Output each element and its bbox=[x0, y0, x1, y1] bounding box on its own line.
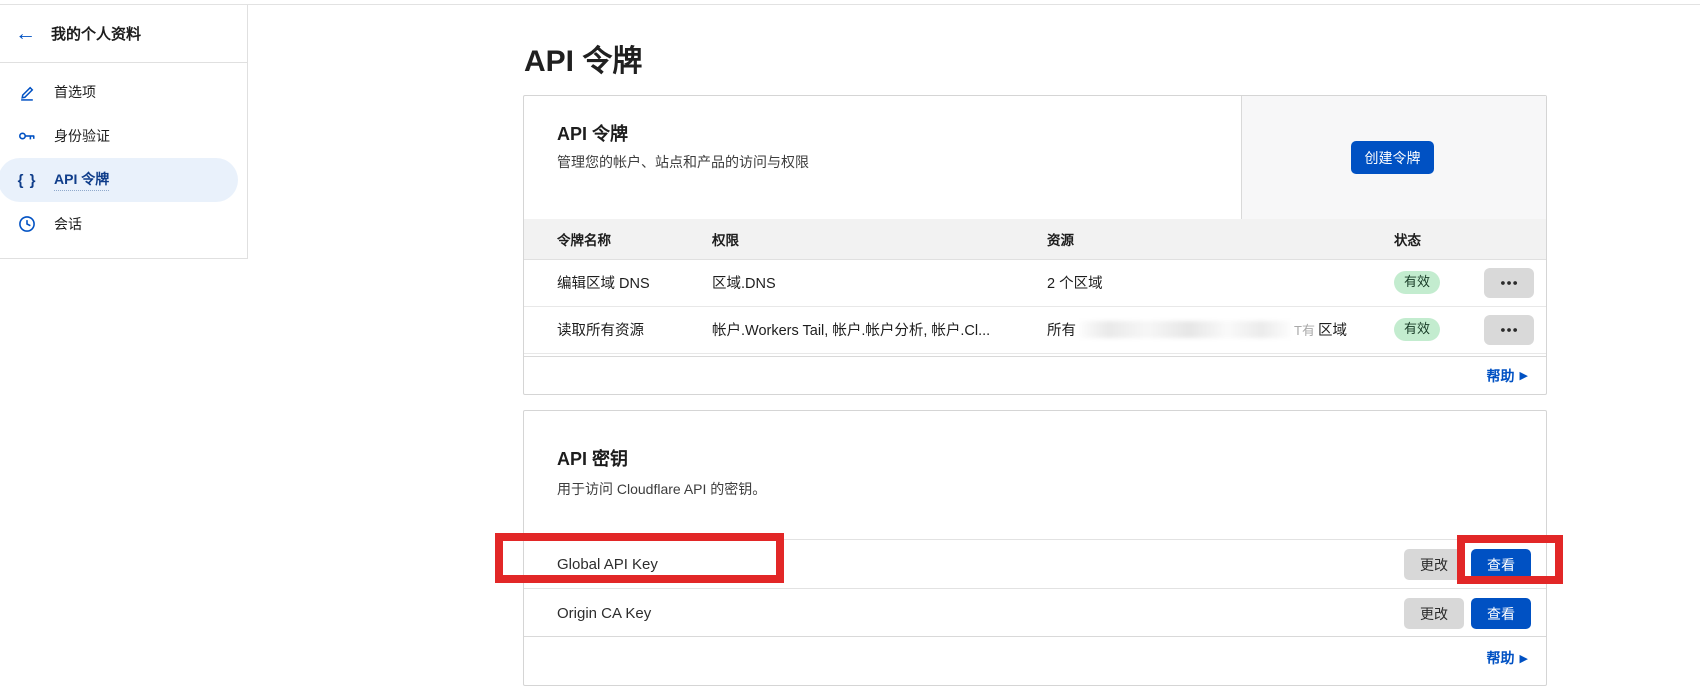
profile-sidebar: ← 我的个人资料 首选项 身份验证 { } API 令牌 会话 bbox=[0, 5, 248, 259]
token-name: 编辑区域 DNS bbox=[557, 259, 712, 306]
api-keys-card: API 密钥 用于访问 Cloudflare API 的密钥。 Global A… bbox=[523, 410, 1547, 686]
sidebar-item-label: API 令牌 bbox=[54, 169, 109, 191]
tokens-card-footer: 帮助▶ bbox=[524, 356, 1546, 394]
sidebar-item-label: 会话 bbox=[54, 214, 82, 234]
back-arrow-icon[interactable]: ← bbox=[15, 23, 36, 44]
sidebar-item-label: 身份验证 bbox=[54, 126, 110, 146]
status-badge: 有效 bbox=[1394, 271, 1440, 294]
table-row: 编辑区域 DNS 区域.DNS 2 个区域 有效 ●●● bbox=[524, 259, 1546, 307]
sidebar-title: 我的个人资料 bbox=[51, 23, 141, 44]
pencil-icon bbox=[17, 82, 37, 102]
status-badge-cell: 有效 bbox=[1394, 306, 1484, 353]
sidebar-item-authentication[interactable]: 身份验证 bbox=[0, 114, 247, 158]
sidebar-item-preferences[interactable]: 首选项 bbox=[0, 70, 247, 114]
keys-footer-divider bbox=[524, 636, 1546, 637]
key-icon bbox=[17, 126, 37, 146]
table-row: 读取所有资源 帐户.Workers Tail, 帐户.帐户分析, 帐户.Cl..… bbox=[524, 306, 1546, 354]
redacted-blur bbox=[1079, 321, 1291, 338]
column-header-token-name: 令牌名称 bbox=[557, 219, 712, 259]
key-name: Global API Key bbox=[557, 540, 658, 589]
key-row-global-api-key: Global API Key 更改 查看 bbox=[524, 539, 1546, 589]
view-key-button[interactable]: 查看 bbox=[1471, 549, 1531, 580]
key-name: Origin CA Key bbox=[557, 589, 651, 637]
status-badge-cell: 有效 bbox=[1394, 259, 1484, 306]
token-resources: 2 个区域 bbox=[1047, 259, 1394, 306]
page-top-divider bbox=[0, 4, 1700, 5]
token-resources: 所有T有区域 bbox=[1047, 306, 1394, 353]
sidebar-header: ← 我的个人资料 bbox=[0, 5, 247, 63]
column-header-permissions: 权限 bbox=[712, 219, 1047, 259]
chevron-right-icon: ▶ bbox=[1520, 369, 1528, 382]
view-key-button[interactable]: 查看 bbox=[1471, 598, 1531, 629]
keys-card-footer: 帮助▶ bbox=[1487, 648, 1528, 668]
api-tokens-description: 管理您的帐户、站点和产品的访问与权限 bbox=[557, 152, 809, 172]
sidebar-nav: 首选项 身份验证 { } API 令牌 会话 bbox=[0, 63, 247, 246]
ellipsis-icon: ●●● bbox=[1500, 325, 1518, 335]
change-key-button[interactable]: 更改 bbox=[1404, 549, 1464, 580]
chevron-right-icon: ▶ bbox=[1520, 652, 1528, 665]
braces-icon: { } bbox=[17, 170, 37, 190]
token-permissions: 区域.DNS bbox=[712, 259, 1047, 306]
token-permissions: 帐户.Workers Tail, 帐户.帐户分析, 帐户.Cl... bbox=[712, 306, 1047, 353]
column-header-status: 状态 bbox=[1394, 219, 1484, 259]
help-link[interactable]: 帮助▶ bbox=[1487, 648, 1528, 668]
help-link[interactable]: 帮助▶ bbox=[1487, 366, 1528, 386]
api-keys-heading: API 密钥 bbox=[557, 445, 628, 471]
ellipsis-icon: ●●● bbox=[1500, 278, 1518, 288]
sidebar-item-label: 首选项 bbox=[54, 82, 96, 102]
tokens-table-header: 令牌名称 权限 资源 状态 bbox=[524, 219, 1546, 260]
api-tokens-heading: API 令牌 bbox=[557, 120, 628, 146]
row-menu-button[interactable]: ●●● bbox=[1484, 315, 1534, 345]
create-token-button[interactable]: 创建令牌 bbox=[1351, 141, 1434, 174]
key-row-origin-ca-key: Origin CA Key 更改 查看 bbox=[524, 588, 1546, 637]
api-tokens-card: API 令牌 管理您的帐户、站点和产品的访问与权限 创建令牌 令牌名称 权限 资… bbox=[523, 95, 1547, 395]
status-badge: 有效 bbox=[1394, 318, 1440, 341]
sidebar-item-api-tokens[interactable]: { } API 令牌 bbox=[0, 158, 238, 202]
sidebar-item-sessions[interactable]: 会话 bbox=[0, 202, 247, 246]
api-keys-description: 用于访问 Cloudflare API 的密钥。 bbox=[557, 479, 766, 499]
clock-icon bbox=[17, 214, 37, 234]
token-name: 读取所有资源 bbox=[557, 306, 712, 353]
row-menu-button[interactable]: ●●● bbox=[1484, 268, 1534, 298]
change-key-button[interactable]: 更改 bbox=[1404, 598, 1464, 629]
page-title: API 令牌 bbox=[524, 36, 642, 80]
column-header-resources: 资源 bbox=[1047, 219, 1394, 259]
